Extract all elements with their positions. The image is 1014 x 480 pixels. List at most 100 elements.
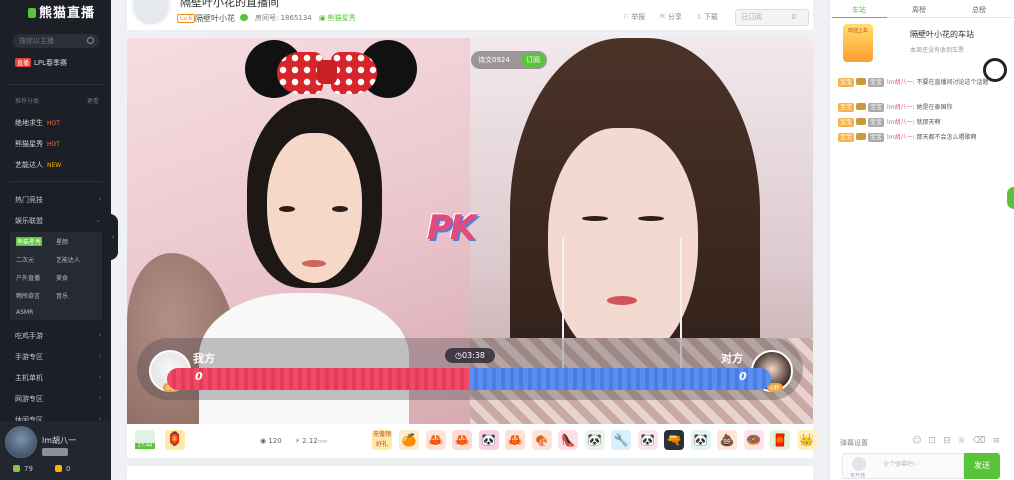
fan-badge: 宝宝 [838, 118, 855, 127]
trash-icon[interactable]: ⌫ [973, 436, 993, 446]
gift-item[interactable]: 🍖 [531, 430, 552, 450]
new-tag: NEW [47, 162, 62, 169]
view-count: ◉ 120 [260, 437, 282, 445]
share-button[interactable]: ⇱ 分享 [660, 12, 682, 22]
category-link[interactable]: 熊猫星秀 [319, 13, 356, 23]
pk-opponent-progress [469, 368, 771, 390]
bag-icon[interactable]: ⊟ [943, 436, 958, 446]
tab-weekly[interactable]: 周榜 [912, 5, 926, 15]
gift-item[interactable]: 🦀 [505, 430, 525, 450]
pk-text: PK [427, 208, 476, 248]
station-title: 隔壁叶小花的车站 [910, 30, 974, 39]
sidebar-cat-online[interactable]: 网游专区 › [15, 394, 101, 404]
sub-item-asmr[interactable]: ASMR [16, 309, 33, 316]
search-icon[interactable] [87, 37, 94, 44]
pk-my-score: 0 [195, 370, 203, 383]
subscribe-button[interactable]: 已订阅 0 [735, 9, 809, 26]
sidebar-collapse-toggle[interactable]: ‹ [108, 214, 118, 260]
host-avatar[interactable] [131, 0, 171, 26]
gear-icon[interactable] [852, 457, 866, 471]
sidebar-cat-console[interactable]: 主机单机 › [15, 373, 101, 383]
user-name[interactable]: lm胡八一 [42, 435, 76, 446]
sidebar-cat-competitive[interactable]: 热门竞技 › [15, 195, 101, 205]
gift-item[interactable]: 🔫 [664, 430, 684, 450]
chat-message: 宝宝 宝宝 lm胡八一: 不要在直播间讨论这个话题 [838, 78, 989, 87]
report-button[interactable]: ⚐ 举报 [623, 12, 645, 22]
send-button[interactable]: 发送 [964, 453, 1000, 479]
emoji-icon[interactable]: ☺ [912, 436, 928, 446]
sidebar-search-input[interactable]: 搜综以主播 [13, 34, 99, 48]
sub-item-acg[interactable]: 二次元 [16, 255, 34, 264]
level-badge: 宝宝 [868, 78, 885, 87]
avatar[interactable] [5, 426, 37, 458]
sub-item-xingyan[interactable]: 星颜 [56, 237, 68, 246]
gift-item[interactable]: 🍩 [743, 430, 764, 450]
gift-item[interactable]: 🦀 [452, 430, 472, 450]
sidebar-item-xingxiu[interactable]: 熊猫星秀 HOT [15, 139, 60, 149]
panda-logo-icon [28, 8, 36, 18]
gift-item[interactable]: 🔧 [611, 430, 631, 450]
sidebar-item-pubg[interactable]: 绝地求生 HOT [15, 118, 60, 128]
gift-item[interactable]: 🦀 [425, 430, 446, 450]
station-badge[interactable]: 欢迎上车 [843, 24, 873, 62]
gift-item[interactable]: 🐼 [478, 430, 499, 450]
gift-icon[interactable]: ⊡ [929, 436, 944, 446]
floating-panda-button[interactable] [1005, 185, 1014, 211]
chevron-right-icon: › [98, 352, 101, 360]
fan-badge: 宝宝 [838, 133, 855, 142]
gift-item[interactable]: 🐼 [584, 430, 605, 450]
opponent-host-tag[interactable]: 诗文0924 订阅 [471, 51, 547, 69]
sub-item-yineng[interactable]: 艺能达人 [56, 255, 80, 264]
panda-timer-button[interactable]: 17:44 [135, 430, 155, 450]
gift-item[interactable]: 👑 [796, 430, 817, 450]
trophy-icon[interactable]: ♕ [958, 436, 973, 446]
tab-total[interactable]: 总榜 [972, 5, 986, 15]
chat-username[interactable]: lm胡八一 [887, 119, 913, 126]
sub-item-food[interactable]: 美食 [56, 273, 68, 282]
video-player[interactable]: 诗文0924订阅 PK 0秒 0秒 我方 对方 ◷03:38 0 0 [127, 38, 813, 424]
station-subtitle: 本周还没有收到车票 [910, 47, 965, 54]
recharge-button[interactable]: 充值领好礼 [372, 430, 392, 450]
user-level-badge [42, 448, 68, 456]
tab-station[interactable]: 车站 [852, 5, 866, 15]
more-link[interactable]: 更看 [87, 96, 99, 105]
host-name[interactable]: 隔壁叶小花 [195, 13, 235, 24]
lucky-bag-icon[interactable]: 🏮 [165, 430, 185, 450]
report-icon: ⚐ [623, 13, 630, 21]
sidebar-cat-entertainment[interactable]: 娱乐联盟 ⌄ [15, 216, 101, 226]
chat-toolbar: ☺⊡⊟♕⌫≡ [912, 436, 1007, 446]
divider [10, 181, 102, 182]
gift-item[interactable]: 🐼 [690, 430, 711, 450]
gift-item[interactable]: 🍊 [399, 430, 419, 450]
chat-username[interactable]: lm胡八一 [887, 79, 913, 86]
chat-username[interactable]: lm胡八一 [887, 134, 913, 141]
download-button[interactable]: ⇩ 下载 [696, 12, 718, 22]
bamboo-count: ⚡ 2.12mm [295, 437, 328, 445]
chat-username[interactable]: lm胡八一 [887, 104, 913, 111]
bamboo-stat: 79 [13, 465, 33, 473]
chat-message: 宝宝 宝宝 lm胡八一: 就那天啊 [838, 118, 941, 127]
chevron-right-icon: › [98, 195, 101, 203]
sidebar-cat-mobile-pubg[interactable]: 吃鸡手游 › [15, 331, 101, 341]
station-panel: 欢迎上车 隔壁叶小花的车站 本周还没有收到车票 [830, 18, 1014, 82]
sub-item-outdoor[interactable]: 户外直播 [16, 273, 40, 282]
gift-item[interactable]: 👠 [558, 430, 578, 450]
sidebar-cat-mobile[interactable]: 手游专区 › [15, 352, 101, 362]
sub-item-talk[interactable]: 畅所欲言 [16, 291, 40, 300]
danmaku-settings-button[interactable]: 弹幕设置 [840, 438, 868, 448]
lpl-link[interactable]: 直播 LPL春季赛 [15, 58, 67, 68]
sub-item-music[interactable]: 音乐 [56, 291, 68, 300]
gift-item[interactable]: 🐼 [637, 430, 658, 450]
logo-text: 熊猫直播 [39, 6, 96, 21]
sub-item-xingxiu[interactable]: 熊猫星秀 [16, 237, 43, 246]
chat-input-placeholder: 全个弹幕吧~ [883, 461, 919, 468]
opponent-subscribe-button[interactable]: 订阅 [521, 53, 545, 67]
divider [10, 84, 102, 85]
gift-item[interactable]: 🧧 [770, 430, 790, 450]
sidebar-item-yineng[interactable]: 艺能达人 NEW [15, 160, 61, 170]
chevron-right-icon: › [98, 331, 101, 339]
chat-input[interactable]: 未开通 全个弹幕吧~ [842, 453, 964, 479]
logo[interactable]: 熊猫直播 [28, 2, 95, 21]
menu-icon[interactable]: ≡ [992, 436, 1007, 446]
gift-item[interactable]: 💩 [717, 430, 737, 450]
